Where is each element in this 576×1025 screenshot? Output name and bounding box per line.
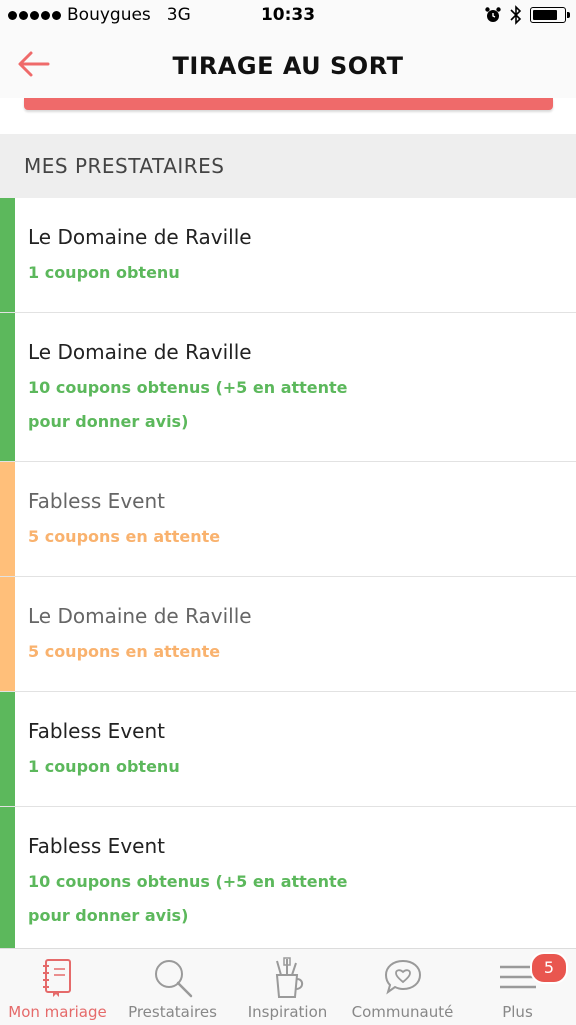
vendor-name: Le Domaine de Raville — [28, 340, 252, 364]
tab-communaute[interactable]: Communauté — [345, 949, 460, 1025]
notification-badge: 5 — [530, 952, 568, 984]
vendor-name: Fabless Event — [28, 719, 165, 743]
status-strip — [0, 313, 15, 461]
status-right — [484, 5, 570, 25]
list-item[interactable]: Fabless Event 10 coupons obtenus (+5 en … — [0, 807, 576, 956]
list-item[interactable]: Fabless Event 5 coupons en attente — [0, 462, 576, 577]
list-item[interactable]: Le Domaine de Raville 5 coupons en atten… — [0, 577, 576, 692]
coupon-status: 5 coupons en attente — [28, 642, 221, 661]
tab-label: Inspiration — [247, 1003, 328, 1021]
vendor-name: Le Domaine de Raville — [28, 604, 252, 628]
status-strip — [0, 577, 15, 691]
status-strip — [0, 692, 15, 806]
status-bar: Bouygues 3G 10:33 — [0, 0, 576, 32]
tab-prestataires[interactable]: Prestataires — [115, 949, 230, 1025]
battery-icon — [530, 7, 570, 23]
tab-mon-mariage[interactable]: Mon mariage — [0, 949, 115, 1025]
tab-label: Communauté — [351, 1003, 454, 1021]
tab-label: Prestataires — [128, 1003, 217, 1021]
section-title: MES PRESTATAIRES — [24, 154, 225, 178]
section-header: MES PRESTATAIRES — [0, 134, 576, 198]
tab-inspiration[interactable]: Inspiration — [230, 949, 345, 1025]
vendor-list: Le Domaine de Raville 1 coupon obtenu Le… — [0, 198, 576, 956]
search-icon — [154, 960, 192, 998]
coupon-status: 10 coupons obtenus (+5 en attente pour d… — [28, 378, 348, 431]
list-item[interactable]: Le Domaine de Raville 1 coupon obtenu — [0, 198, 576, 313]
battery-fill — [533, 10, 557, 20]
tab-label: Plus — [502, 1003, 533, 1021]
tab-label: Mon mariage — [8, 1003, 107, 1021]
coupon-status: 5 coupons en attente — [28, 527, 221, 546]
tab-bar: Mon mariage Prestataires Inspiration Com… — [0, 948, 576, 1025]
coupon-status: 1 coupon obtenu — [28, 263, 180, 282]
bluetooth-icon — [510, 5, 522, 25]
status-strip — [0, 198, 15, 312]
list-item[interactable]: Fabless Event 1 coupon obtenu — [0, 692, 576, 807]
coupon-status: 1 coupon obtenu — [28, 757, 180, 776]
brush-cup-icon — [275, 957, 303, 998]
page-title: TIRAGE AU SORT — [172, 52, 404, 80]
vendor-name: Fabless Event — [28, 834, 165, 858]
status-strip — [0, 462, 15, 576]
coupon-status: 10 coupons obtenus (+5 en attente pour d… — [28, 872, 348, 925]
vendor-name: Fabless Event — [28, 489, 165, 513]
list-item[interactable]: Le Domaine de Raville 10 coupons obtenus… — [0, 313, 576, 462]
red-action-bar[interactable] — [24, 98, 553, 110]
nav-bar: TIRAGE AU SORT — [0, 32, 576, 98]
notebook-icon — [42, 959, 71, 997]
alarm-icon — [485, 7, 501, 22]
status-strip — [0, 807, 15, 955]
vendor-name: Le Domaine de Raville — [28, 225, 252, 249]
heart-bubble-icon — [384, 959, 421, 995]
